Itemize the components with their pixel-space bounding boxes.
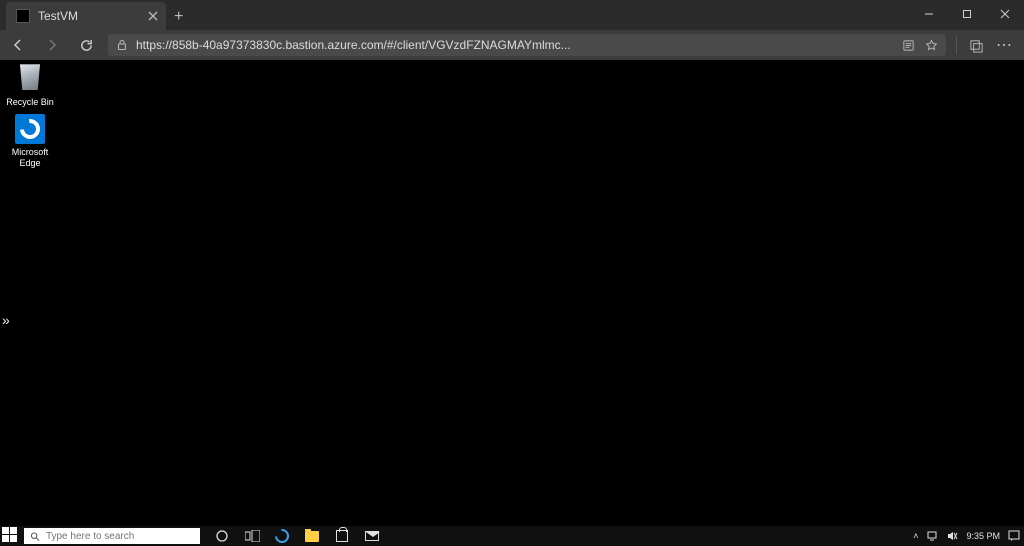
bastion-panel-handle[interactable]: »: [0, 310, 12, 330]
back-button[interactable]: [6, 33, 30, 57]
forward-button[interactable]: [40, 33, 64, 57]
edge-icon: [15, 114, 45, 144]
collections-icon[interactable]: [969, 38, 984, 53]
taskbar-pinned: [214, 528, 380, 544]
remote-desktop[interactable]: Recycle Bin Microsoft Edge »: [0, 60, 1024, 546]
tab-title: TestVM: [38, 9, 140, 23]
volume-icon[interactable]: [946, 530, 958, 542]
close-tab-icon[interactable]: [148, 11, 158, 21]
reader-icon[interactable]: [902, 39, 915, 52]
browser-titlebar: TestVM +: [0, 0, 1024, 30]
microsoft-store-icon[interactable]: [334, 528, 350, 544]
desktop-icon-recycle-bin[interactable]: Recycle Bin: [4, 64, 56, 108]
taskbar-search[interactable]: [24, 528, 200, 544]
new-tab-button[interactable]: +: [166, 4, 191, 30]
address-bar[interactable]: https://858b-40a97373830c.bastion.azure.…: [108, 34, 946, 56]
more-icon[interactable]: ⋯: [996, 35, 1014, 55]
desktop-icon-label: Microsoft Edge: [4, 147, 56, 169]
recycle-bin-icon: [15, 64, 45, 94]
tray-chevron-icon[interactable]: ˄: [913, 531, 918, 541]
start-button[interactable]: [2, 527, 20, 545]
window-controls: [910, 0, 1024, 28]
maximize-button[interactable]: [948, 0, 986, 28]
close-window-button[interactable]: [986, 0, 1024, 28]
url-text: https://858b-40a97373830c.bastion.azure.…: [136, 38, 894, 52]
desktop-icon-microsoft-edge[interactable]: Microsoft Edge: [4, 114, 56, 169]
tab-favicon: [16, 9, 30, 23]
browser-toolbar: https://858b-40a97373830c.bastion.azure.…: [0, 30, 1024, 60]
mail-icon[interactable]: [364, 528, 380, 544]
system-tray: ˄ 9:35 PM: [913, 530, 1024, 542]
minimize-button[interactable]: [910, 0, 948, 28]
network-icon[interactable]: [926, 530, 938, 542]
taskbar-search-input[interactable]: [46, 531, 194, 542]
search-icon: [30, 531, 40, 542]
desktop-icon-label: Recycle Bin: [4, 97, 56, 108]
toolbar-divider: [956, 36, 957, 54]
address-bar-actions: [902, 39, 938, 52]
refresh-button[interactable]: [74, 33, 98, 57]
task-view-icon[interactable]: [244, 528, 260, 544]
browser-tab[interactable]: TestVM: [6, 2, 166, 30]
cortana-icon[interactable]: [214, 528, 230, 544]
file-explorer-icon[interactable]: [304, 528, 320, 544]
favorite-icon[interactable]: [925, 39, 938, 52]
taskbar-clock[interactable]: 9:35 PM: [966, 532, 1000, 541]
taskbar-edge-icon[interactable]: [274, 528, 290, 544]
lock-icon: [116, 39, 128, 51]
remote-taskbar: ˄ 9:35 PM: [0, 526, 1024, 546]
action-center-icon[interactable]: [1008, 530, 1020, 542]
